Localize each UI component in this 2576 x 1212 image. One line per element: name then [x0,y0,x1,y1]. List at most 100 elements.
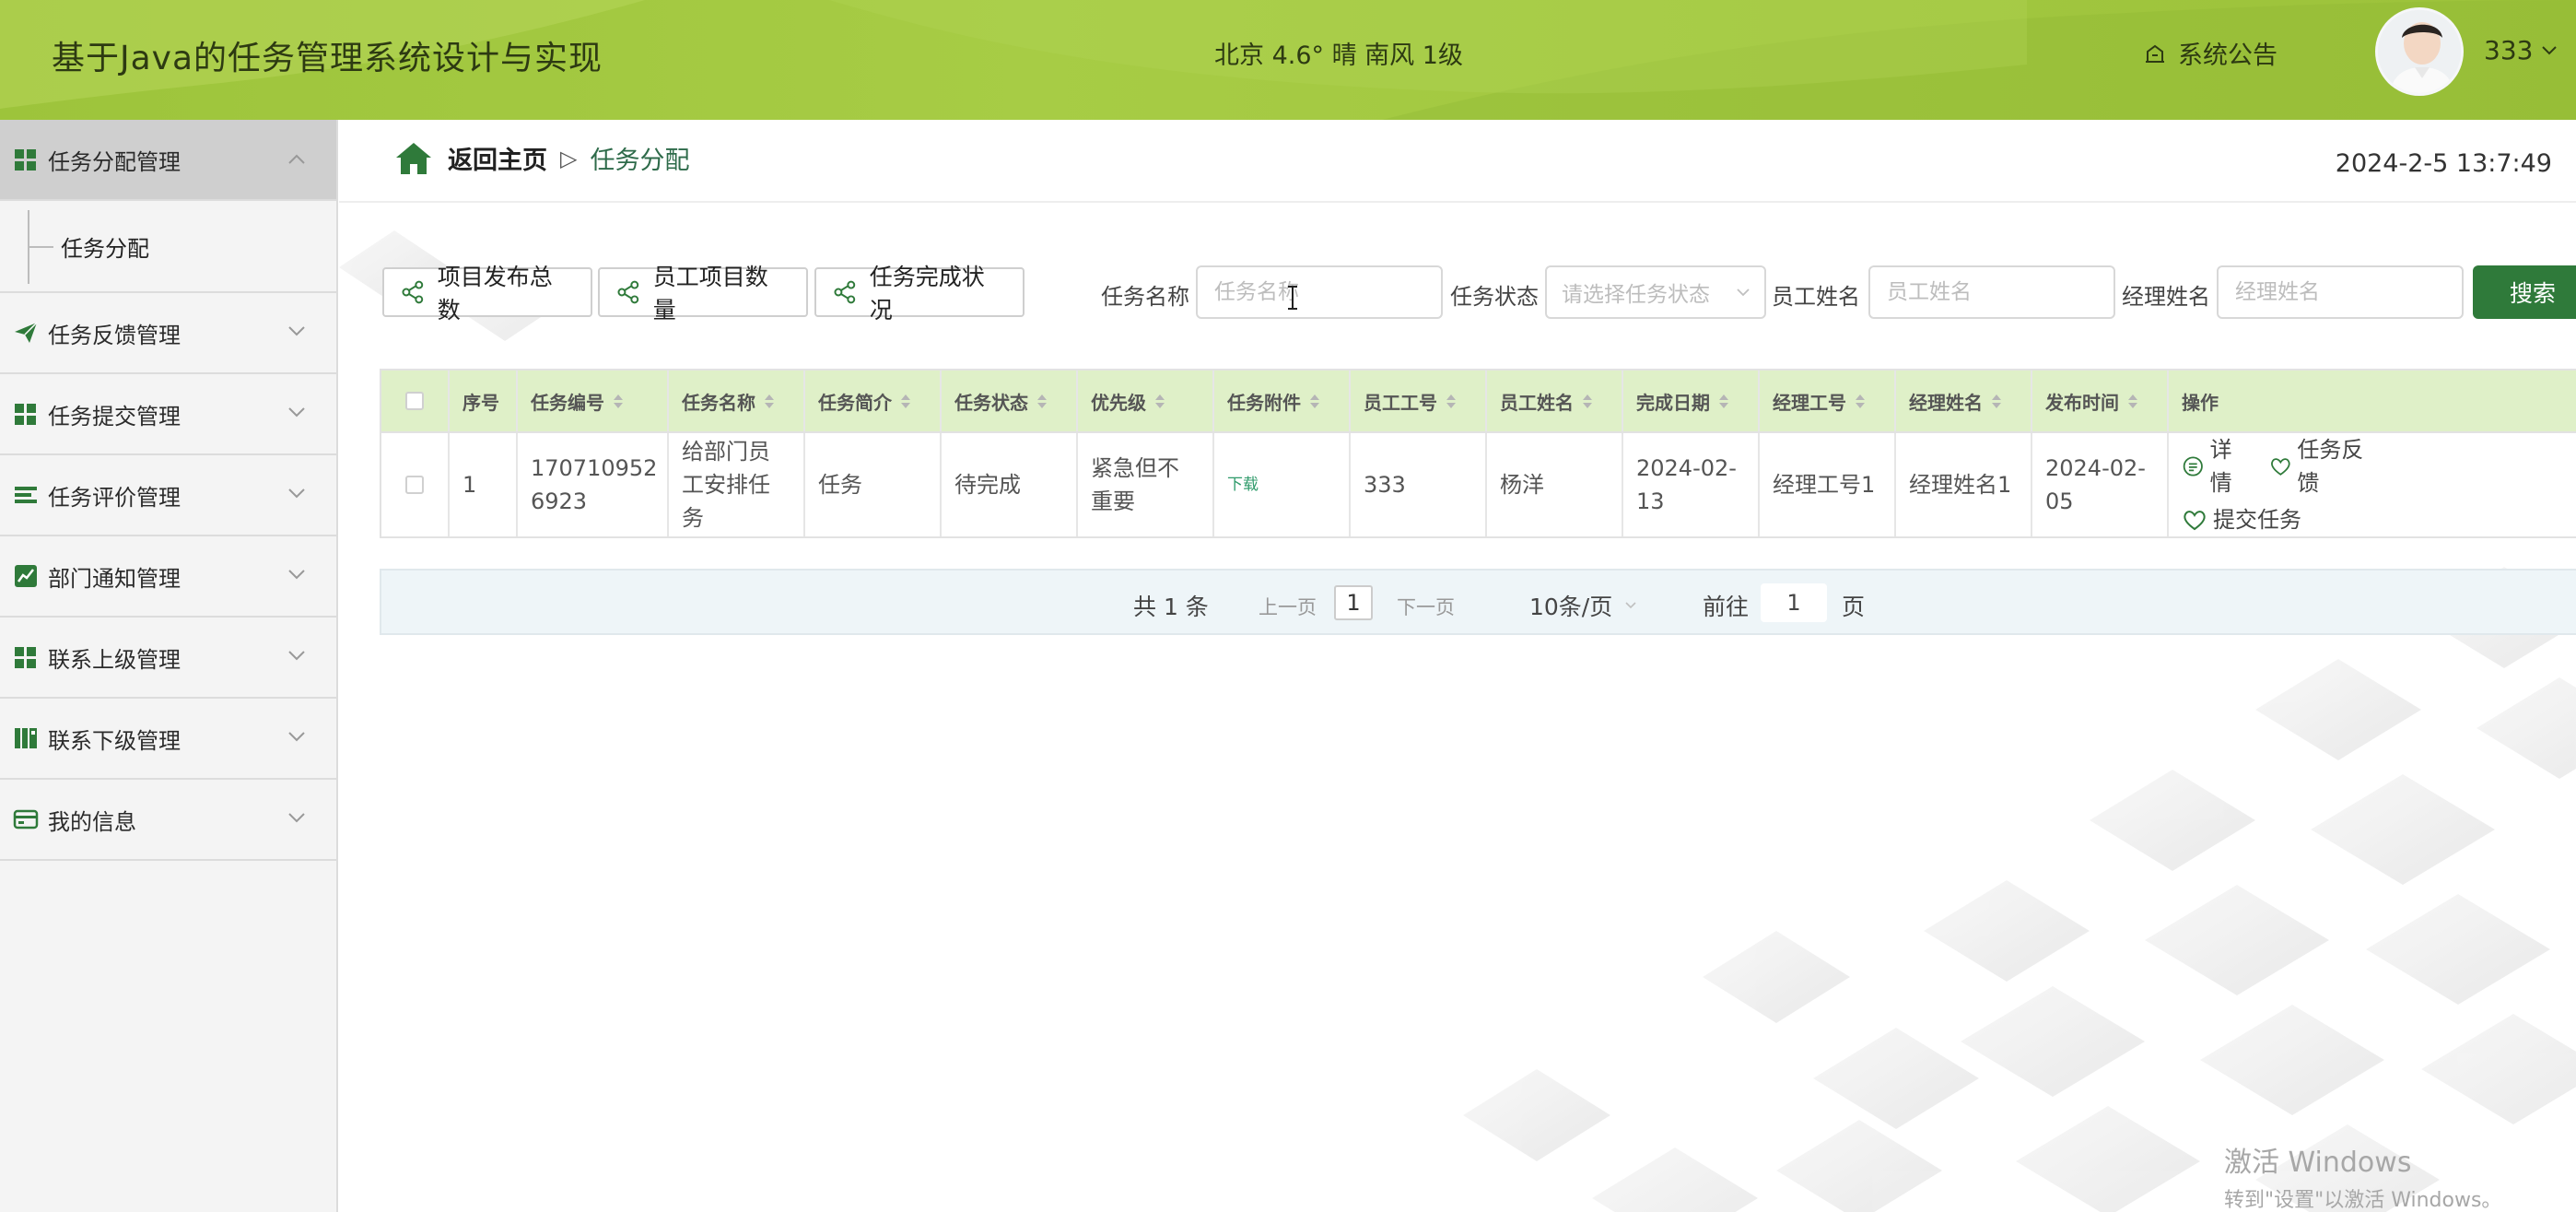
sort-icon[interactable] [1446,394,1456,408]
column-header[interactable]: 经理工号 [1760,371,1896,431]
submit-task-button[interactable]: 提交任务 [2182,503,2301,536]
tree-branch [28,246,53,248]
sort-icon[interactable] [1583,394,1592,408]
download-link[interactable]: 下载 [1227,468,1259,501]
grid-icon [13,644,39,670]
column-header[interactable]: 优先级 [1078,371,1214,431]
windows-activation-watermark: 激活 Windows 转到"设置"以激活 Windows。 [2224,1139,2501,1212]
cell-emp-name: 杨洋 [1487,433,1623,536]
column-header[interactable]: 员工工号 [1351,371,1487,431]
share-icon [402,280,424,304]
sidebar-item-label: 任务反馈管理 [48,322,181,348]
sort-icon[interactable] [1155,394,1165,408]
goto-label: 前往 [1703,594,1750,620]
sidebar-item-task-assign-mgmt[interactable]: 任务分配管理 [0,120,336,201]
column-header[interactable]: 任务名称 [669,371,805,431]
home-icon[interactable] [394,141,433,176]
system-notice-link[interactable]: 系统公告 [2143,35,2277,71]
breadcrumb-bar: 返回主页 ▷ 任务分配 2024-2-5 13:7:49 [339,120,2576,203]
heart-icon [2270,458,2290,476]
sort-icon[interactable] [1719,394,1728,408]
column-header[interactable]: 任务状态 [942,371,1078,431]
column-header-label: 任务状态 [954,391,1028,414]
task-completion-status-button[interactable]: 任务完成状况 [814,264,1025,324]
task-feedback-button[interactable]: 任务反馈 [2269,433,2375,500]
column-header[interactable]: 完成日期 [1623,371,1760,431]
task-name-input[interactable] [1196,265,1443,319]
row-checkbox[interactable] [405,476,424,494]
column-header[interactable]: 发布时间 [2032,371,2169,431]
sort-icon[interactable] [901,394,910,408]
pagination-total: 共 1 条 [1133,594,1209,620]
chevron-down-icon [288,651,305,661]
column-header[interactable]: 任务附件 [1214,371,1351,431]
detail-label: 详情 [2209,437,2232,496]
select-all-checkbox[interactable] [405,392,424,410]
sidebar-item-task-submit-mgmt[interactable]: 任务提交管理 [0,374,336,455]
cell-mgr-name: 经理姓名1 [1896,433,2032,536]
cell-text: 2024-02- [2045,455,2146,481]
search-button[interactable]: 搜索 [2473,265,2576,319]
column-header-label: 序号 [463,391,499,414]
cell-text: 给部门员 [682,439,770,465]
cell-text: 工安排任 [682,472,770,498]
column-header[interactable]: 任务简介 [805,371,942,431]
sort-icon[interactable] [765,394,774,408]
sidebar-item-task-feedback-mgmt[interactable]: 任务反馈管理 [0,293,336,374]
cell-task-no: 170710952 6923 [518,433,669,536]
grid-icon [13,147,39,172]
sidebar-item-contact-superior-mgmt[interactable]: 联系上级管理 [0,618,336,699]
chevron-down-icon [1737,288,1750,296]
task-status-select[interactable]: 请选择任务状态 [1545,265,1766,319]
sidebar-subitem-task-assign[interactable]: 任务分配 [0,201,336,293]
column-header-label: 员工工号 [1364,391,1437,414]
page-size-select[interactable]: 10条/页 [1529,589,1636,622]
column-header[interactable]: 员工姓名 [1487,371,1623,431]
cell-task-intro: 任务 [805,433,942,536]
send-icon [13,320,39,346]
sidebar-item-my-info[interactable]: 我的信息 [0,780,336,861]
sort-icon[interactable] [614,394,623,408]
column-header-label: 操作 [2182,391,2219,414]
user-menu[interactable]: 333 [2484,35,2558,65]
page-number-current[interactable]: 1 [1334,585,1373,620]
sort-icon[interactable] [2128,394,2137,408]
main-content: 返回主页 ▷ 任务分配 2024-2-5 13:7:49 项目发布总数 员工项目… [339,120,2576,1212]
table-row: 1 170710952 6923 给部门员 工安排任 务 任务 待完成 紧急但不… [381,433,2576,538]
column-header[interactable]: 任务编号 [518,371,669,431]
detail-button[interactable]: 详情 [2182,433,2249,500]
prev-page-button[interactable]: 上一页 [1259,593,1317,620]
submit-task-label: 提交任务 [2213,507,2301,533]
sort-icon[interactable] [1037,394,1047,408]
manager-name-input[interactable] [2217,265,2464,319]
username-label: 333 [2484,35,2534,65]
sort-icon[interactable] [1856,394,1865,408]
project-publish-total-button[interactable]: 项目发布总数 [382,264,592,324]
column-header-label: 任务附件 [1227,391,1301,414]
sort-icon[interactable] [1992,394,2001,408]
cell-task-status: 待完成 [942,433,1078,536]
column-header[interactable]: 经理姓名 [1896,371,2032,431]
cell-text: 13 [1636,488,1665,514]
cell-text: 170710952 [531,455,658,481]
breadcrumb-separator: ▷ [560,145,578,171]
avatar[interactable] [2375,7,2464,96]
next-page-button[interactable]: 下一页 [1397,593,1455,620]
cell-index: 1 [450,433,518,536]
column-header-label: 经理姓名 [1909,391,1983,414]
manager-name-label: 经理姓名 [2122,284,2210,310]
task-table: 序号 任务编号 任务名称 任务简介 任务状态 优先级 任务附件 员工工号 员工姓… [380,369,2576,538]
employee-project-count-button[interactable]: 员工项目数量 [598,264,808,324]
employee-name-input[interactable] [1868,265,2115,319]
cell-task-name: 给部门员 工安排任 务 [669,433,805,536]
sidebar-item-dept-notice-mgmt[interactable]: 部门通知管理 [0,536,336,618]
home-link[interactable]: 返回主页 [448,140,547,176]
sort-icon[interactable] [1310,394,1319,408]
sidebar-item-task-evaluation-mgmt[interactable]: 任务评价管理 [0,455,336,536]
column-header-label: 发布时间 [2045,391,2119,414]
cell-mgr-no: 经理工号1 [1760,433,1896,536]
cell-publish-time: 2024-02- 05 [2032,433,2169,536]
sidebar-item-contact-subordinate-mgmt[interactable]: 联系下级管理 [0,699,336,780]
book-icon [13,725,39,751]
goto-page-input[interactable]: 1 [1761,583,1827,622]
